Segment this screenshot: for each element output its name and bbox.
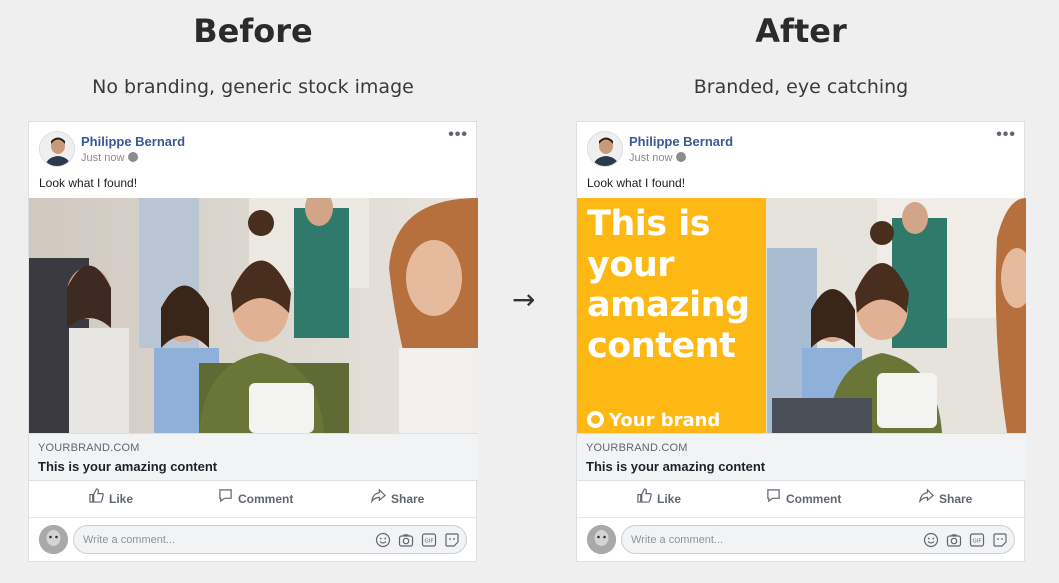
link-domain: YOURBRAND.COM	[38, 442, 140, 454]
before-heading: Before	[193, 12, 313, 50]
post-time: Just now	[81, 152, 139, 164]
post-actions: Like Comment Share	[577, 481, 1026, 518]
post-actions: Like Comment Share	[29, 481, 478, 518]
comment-icon	[766, 481, 781, 518]
post-text: Look what I found!	[39, 176, 138, 190]
author-name[interactable]: Philippe Bernard	[629, 134, 733, 149]
more-options-icon[interactable]: •••	[996, 126, 1016, 144]
like-label: Like	[109, 492, 134, 506]
before-post-card: Philippe Bernard Just now ••• Look what …	[28, 121, 478, 563]
comment-label: Comment	[238, 492, 294, 506]
share-icon	[919, 481, 934, 518]
like-label: Like	[657, 492, 682, 506]
comment-icon	[218, 481, 233, 518]
comment-tools: GIF	[923, 532, 1008, 548]
brand-overlay-panel: This is your amazing content Your brand	[577, 198, 766, 433]
branded-image[interactable]: This is your amazing content Your brand	[577, 198, 1026, 433]
commenter-avatar	[587, 525, 616, 554]
post-text: Look what I found!	[587, 176, 686, 190]
sticker-icon[interactable]	[992, 532, 1008, 548]
author-avatar[interactable]	[587, 131, 623, 167]
author-avatar[interactable]	[39, 131, 75, 167]
like-button[interactable]: Like	[89, 481, 133, 518]
gif-icon[interactable]: GIF	[421, 532, 437, 548]
link-preview[interactable]: YOURBRAND.COM This is your amazing conte…	[29, 433, 478, 481]
camera-icon[interactable]	[398, 532, 414, 548]
like-button[interactable]: Like	[637, 481, 681, 518]
camera-icon[interactable]	[946, 532, 962, 548]
svg-text:GIF: GIF	[424, 539, 433, 545]
globe-icon	[128, 152, 139, 162]
brand-label: Your brand	[609, 410, 721, 431]
gif-icon[interactable]: GIF	[969, 532, 985, 548]
brand-logo: Your brand	[587, 410, 720, 431]
author-name[interactable]: Philippe Bernard	[81, 134, 185, 149]
post-header: Philippe Bernard Just now ••• Look what …	[29, 122, 476, 190]
after-heading: After	[755, 12, 847, 50]
share-label: Share	[391, 492, 425, 506]
link-preview[interactable]: YOURBRAND.COM This is your amazing conte…	[577, 433, 1026, 481]
share-icon	[371, 481, 386, 518]
comment-row: GIF	[577, 520, 1026, 563]
link-title: This is your amazing content	[586, 459, 766, 474]
share-label: Share	[939, 492, 973, 506]
comment-row: GIF	[29, 520, 478, 563]
thumbs-up-icon	[637, 481, 652, 518]
after-post-card: Philippe Bernard Just now ••• Look what …	[576, 121, 1026, 563]
emoji-icon[interactable]	[375, 532, 391, 548]
comment-button[interactable]: Comment	[218, 481, 293, 518]
share-button[interactable]: Share	[371, 481, 424, 518]
comment-tools: GIF	[375, 532, 460, 548]
link-title: This is your amazing content	[38, 459, 218, 474]
post-time-text: Just now	[81, 152, 125, 164]
before-subtitle: No branding, generic stock image	[92, 76, 414, 98]
post-header: Philippe Bernard Just now ••• Look what …	[577, 122, 1024, 190]
emoji-icon[interactable]	[923, 532, 939, 548]
commenter-avatar	[39, 525, 68, 554]
sticker-icon[interactable]	[444, 532, 460, 548]
more-options-icon[interactable]: •••	[448, 126, 468, 144]
link-domain: YOURBRAND.COM	[586, 442, 688, 454]
comment-button[interactable]: Comment	[766, 481, 841, 518]
brand-logo-icon	[587, 411, 604, 428]
share-button[interactable]: Share	[919, 481, 972, 518]
globe-icon	[676, 152, 687, 162]
comment-label: Comment	[786, 492, 842, 506]
stock-photo[interactable]	[29, 198, 478, 433]
post-time: Just now	[629, 152, 687, 164]
overlay-headline: This is your amazing content	[587, 204, 750, 366]
svg-text:GIF: GIF	[972, 539, 981, 545]
thumbs-up-icon	[89, 481, 104, 518]
post-time-text: Just now	[629, 152, 673, 164]
arrow-icon: →	[512, 283, 536, 316]
after-subtitle: Branded, eye catching	[693, 76, 909, 98]
